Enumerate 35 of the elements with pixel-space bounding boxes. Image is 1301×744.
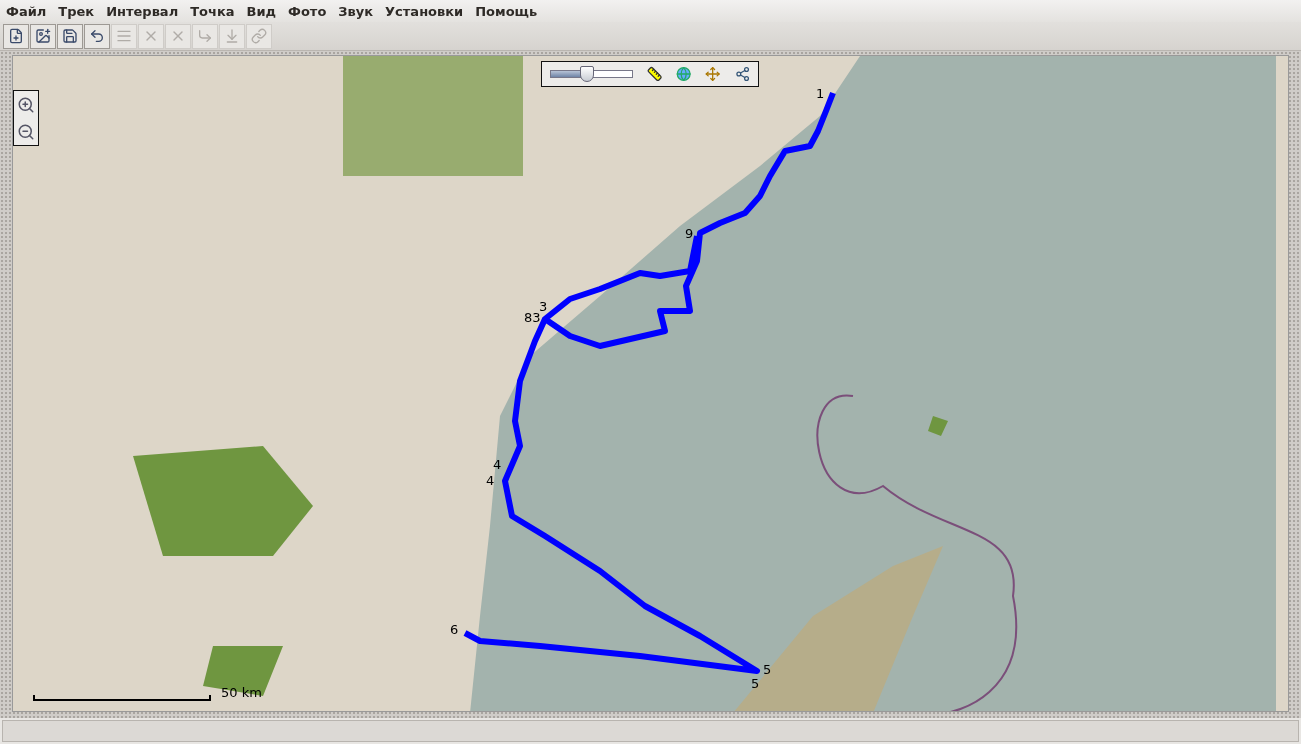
- track-point-label: 5: [763, 663, 772, 676]
- globe-icon[interactable]: [675, 66, 692, 82]
- track-point-label: 1: [816, 87, 825, 100]
- picture-icon: [35, 28, 51, 44]
- menu-item[interactable]: Точка: [186, 3, 239, 19]
- track-point-label: 3: [539, 300, 548, 313]
- menu-item[interactable]: Фото: [284, 3, 331, 19]
- undo-button[interactable]: [84, 23, 110, 49]
- track-point-label: 4: [486, 474, 495, 487]
- track-point-label: 5: [751, 677, 760, 690]
- corner-arrow-icon: [197, 28, 213, 44]
- menu-item[interactable]: Установки: [381, 3, 468, 19]
- undo-arrow-icon: [89, 28, 105, 44]
- menu-item[interactable]: Файл: [2, 3, 51, 19]
- photo-button[interactable]: [30, 23, 56, 49]
- menu-item[interactable]: Звук: [334, 3, 378, 19]
- track-point-label: 4: [493, 458, 502, 471]
- ruler-icon[interactable]: [646, 66, 662, 82]
- new-file-icon: [8, 28, 24, 44]
- zoom-out-button[interactable]: [17, 122, 35, 141]
- track-point-label: 83: [524, 311, 541, 324]
- menu-item[interactable]: Помощь: [471, 3, 542, 19]
- track-point-label: 6: [450, 623, 459, 636]
- zoom-in-button[interactable]: [17, 95, 35, 114]
- menu-item[interactable]: Вид: [242, 3, 281, 19]
- menu-item[interactable]: Интервал: [102, 3, 183, 19]
- link-icon: [251, 28, 267, 44]
- down-arrow-icon: [224, 28, 240, 44]
- track-point-label: 9: [685, 227, 694, 240]
- new-button[interactable]: [3, 23, 29, 49]
- nodes-icon[interactable]: [734, 66, 750, 82]
- save-button[interactable]: [57, 23, 83, 49]
- menu-item[interactable]: Трек: [54, 3, 99, 19]
- move-icon[interactable]: [705, 66, 721, 82]
- list-icon: [116, 28, 132, 44]
